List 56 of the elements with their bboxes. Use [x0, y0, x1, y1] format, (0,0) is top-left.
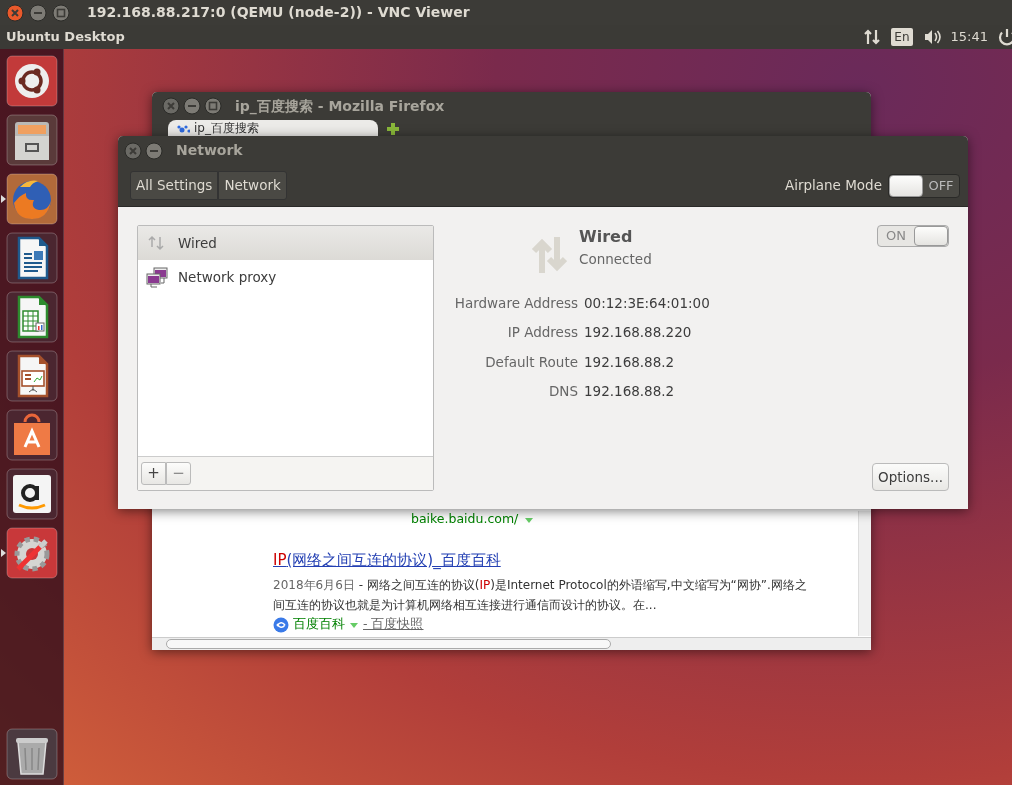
field-label: Default Route: [484, 352, 578, 372]
panel-title: Ubuntu Desktop: [6, 28, 125, 47]
shopping-bag-icon[interactable]: [5, 409, 58, 461]
snapshot-link[interactable]: - 百度快照: [363, 615, 424, 634]
options-button[interactable]: Options...: [872, 462, 949, 491]
maximize-button[interactable]: [52, 3, 70, 22]
maximize-button[interactable]: [204, 97, 222, 115]
trash-can-icon[interactable]: [5, 728, 58, 780]
airplane-mode-label: Airplane Mode: [784, 176, 882, 196]
close-button[interactable]: [162, 97, 180, 115]
text-document-icon[interactable]: [5, 232, 58, 284]
gear-wrench-icon[interactable]: [5, 527, 58, 579]
field-value: 192.168.88.2: [584, 381, 676, 401]
close-button[interactable]: [6, 3, 24, 22]
minimize-button[interactable]: [183, 97, 201, 115]
power-icon[interactable]: [998, 28, 1012, 46]
result-source[interactable]: 百度百科: [293, 615, 345, 634]
result-title-link[interactable]: IP(网络之间互连的协议)_百度百科: [273, 550, 501, 569]
browser-tab[interactable]: ip_百度搜索: [168, 120, 378, 136]
connection-name: Wired: [579, 226, 634, 248]
browser-globe-icon[interactable]: [5, 173, 58, 225]
field-value: 192.168.88.220: [584, 323, 693, 343]
presentation-icon[interactable]: [5, 350, 58, 402]
field-label: DNS: [547, 381, 578, 401]
field-label: IP Address: [506, 323, 578, 343]
horizontal-scrollbar[interactable]: [152, 637, 871, 650]
spreadsheet-icon[interactable]: [5, 291, 58, 343]
toggle-switch[interactable]: OFF: [888, 173, 960, 198]
computer-network-icon: [146, 266, 168, 288]
clock[interactable]: 15:41: [950, 27, 988, 47]
shopping-letter-icon[interactable]: [5, 468, 58, 520]
network-icon[interactable]: [863, 28, 882, 46]
file-cabinet-icon[interactable]: [5, 114, 58, 166]
volume-icon[interactable]: [922, 28, 941, 46]
keyboard-layout-indicator[interactable]: En: [891, 28, 913, 46]
window-title: ip_百度搜索 - Mozilla Firefox: [235, 96, 445, 117]
field-value: 192.168.88.2: [584, 352, 676, 372]
device-list-item[interactable]: Wired: [138, 226, 433, 260]
window-title: 192.168.88.217:0 (QEMU (node-2)) - VNC Viewer: [87, 3, 470, 22]
ubuntu-logo-icon[interactable]: [5, 55, 58, 107]
result-snippet: 2018年6月6日 - 网络之间互连的协议(IP)是Internet Protocol的外语缩写,中文缩写为“网协”.网络之间互连的协议也就是为计算机网络相互连接进行通信而设计的协议。在...: [273, 577, 808, 615]
vertical-scrollbar[interactable]: [858, 511, 871, 636]
add-button[interactable]: +: [141, 462, 166, 485]
device-list-item[interactable]: Network proxy: [138, 260, 433, 294]
minimize-button[interactable]: [145, 141, 163, 160]
field-label: Hardware Address: [453, 294, 578, 313]
source-logo-icon: [273, 616, 289, 633]
minimize-button[interactable]: [29, 3, 47, 22]
window-title: Network: [176, 141, 243, 160]
breadcrumb-button[interactable]: Network: [218, 171, 287, 200]
new-tab-button[interactable]: [386, 122, 400, 136]
breadcrumb-button[interactable]: All Settings: [130, 171, 219, 200]
close-button[interactable]: [124, 141, 142, 160]
connection-status: Connected: [579, 250, 652, 269]
result-url[interactable]: baike.baidu.com/: [411, 511, 519, 526]
field-value: 00:12:3E:64:01:00: [584, 294, 711, 313]
